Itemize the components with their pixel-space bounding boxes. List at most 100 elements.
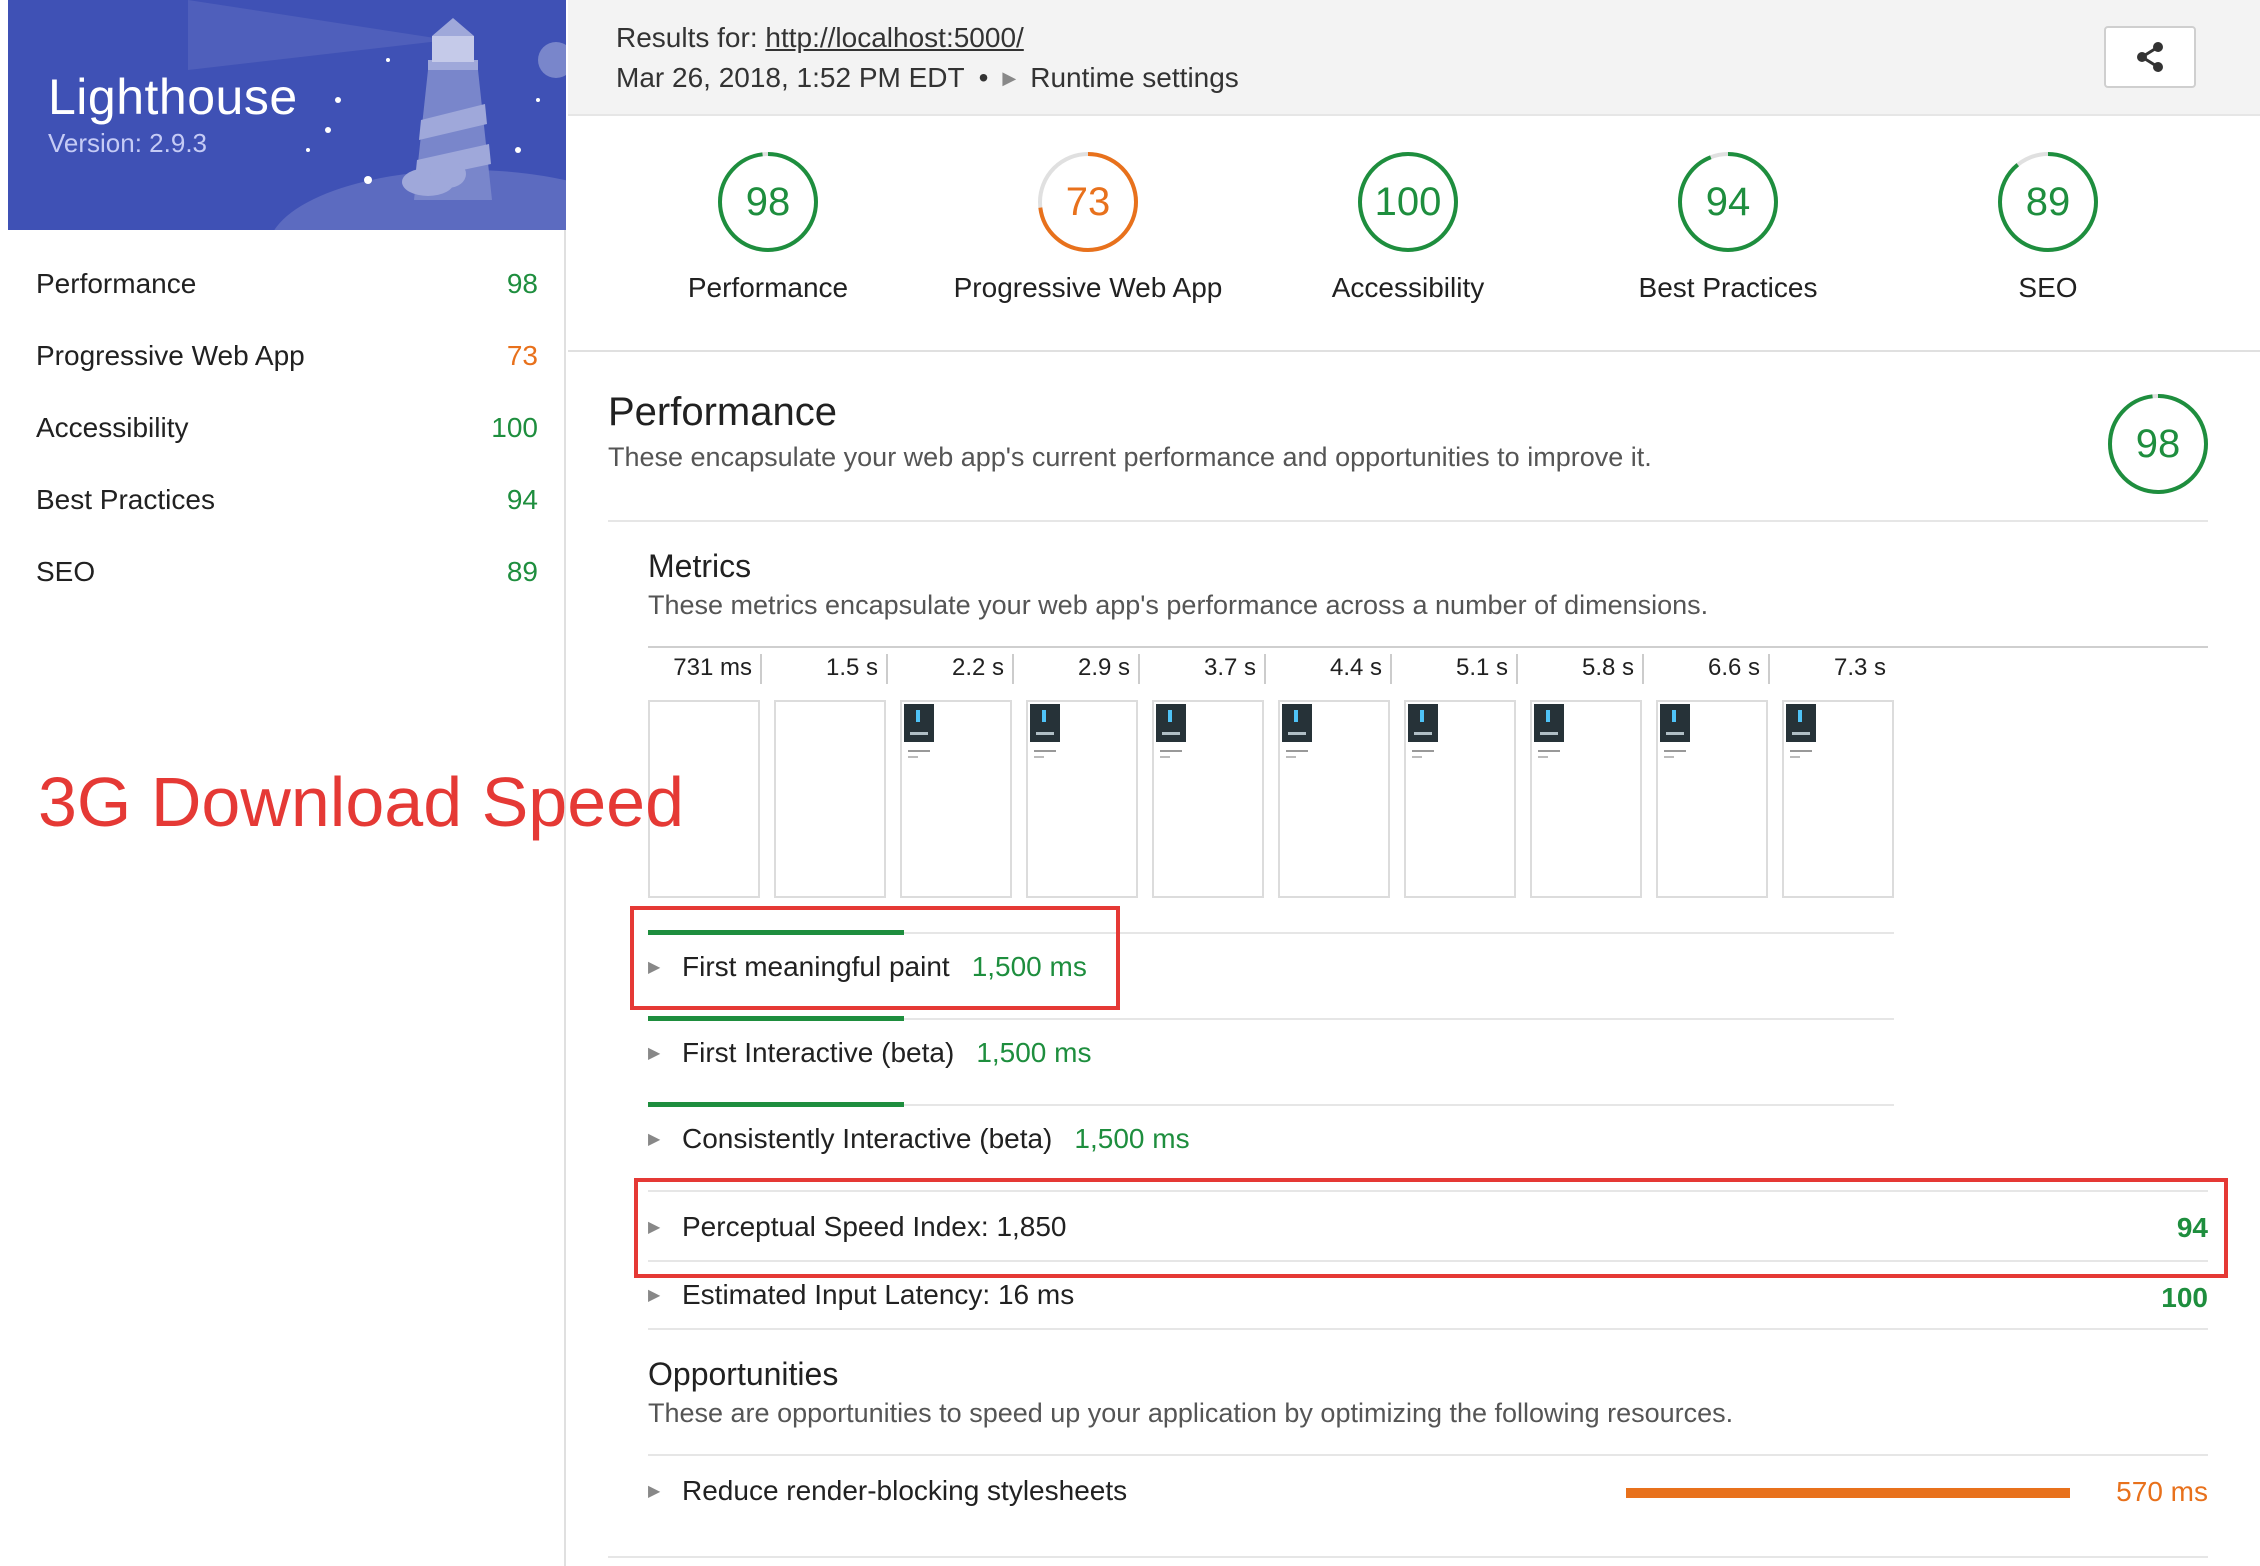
sidebar-item-accessibility[interactable]: Accessibility 100: [36, 402, 538, 454]
page-thumbnail: [1660, 704, 1690, 742]
opportunities-title: Opportunities: [648, 1356, 839, 1392]
share-icon: [2137, 42, 2163, 72]
page-thumbnail: [1030, 704, 1060, 742]
expand-triangle-icon: ▶: [648, 1131, 661, 1148]
opportunity-render-blocking-stylesheets[interactable]: ▶ Reduce render-blocking stylesheets: [648, 1466, 1127, 1516]
metric-label: Estimated Input Latency: 16 ms: [682, 1279, 1075, 1310]
divider: [568, 350, 2260, 352]
frame-tick: [1138, 654, 1140, 684]
frame-timestamp: 5.1 s: [1455, 654, 1508, 681]
metrics-title: Metrics: [648, 548, 752, 584]
metric-label: First Interactive (beta): [682, 1037, 955, 1068]
gauge-score: 89: [2025, 180, 2071, 224]
sidebar-item-best-practices[interactable]: Best Practices 94: [36, 474, 538, 526]
frame-timestamp: 4.4 s: [1329, 654, 1382, 681]
report-url-link[interactable]: http://localhost:5000/: [765, 22, 1023, 53]
gauge-seo[interactable]: 89 SEO: [1888, 150, 2208, 304]
divider: [648, 1328, 2208, 1330]
gauge-score: 98: [745, 180, 791, 224]
expand-triangle-icon: ▶: [648, 1483, 661, 1500]
sidebar-item-pwa[interactable]: Progressive Web App 73: [36, 330, 538, 382]
frame-tick: [886, 654, 888, 684]
divider: [648, 1454, 2208, 1456]
frame-tick: [760, 654, 762, 684]
sidebar-item-label: Progressive Web App: [36, 340, 305, 371]
filmstrip-frame: [1152, 700, 1264, 898]
app-version: Version: 2.9.3: [48, 128, 207, 158]
filmstrip-frame: [1404, 700, 1516, 898]
results-for-label: Results for:: [616, 22, 758, 53]
opportunities-description: These are opportunities to speed up your…: [648, 1398, 1734, 1428]
filmstrip-frame: [1656, 700, 1768, 898]
metric-first-interactive[interactable]: ▶ First Interactive (beta) 1,500 ms: [648, 1028, 1091, 1078]
gauge-score: 94: [1705, 180, 1751, 224]
filmstrip-frame: [1782, 700, 1894, 898]
metric-progress-bar: [648, 1102, 904, 1107]
annotation-highlight-box: [630, 906, 1120, 1010]
frame-timestamp: 6.6 s: [1707, 654, 1760, 681]
frame-timestamp: 731 ms: [673, 654, 752, 681]
filmstrip-frame: [1026, 700, 1138, 898]
frame-tick: [1390, 654, 1392, 684]
section-title: Performance: [608, 390, 837, 434]
page-thumbnail: [1282, 704, 1312, 742]
sidebar-item-performance[interactable]: Performance 98: [36, 258, 538, 310]
metric-consistently-interactive[interactable]: ▶ Consistently Interactive (beta) 1,500 …: [648, 1114, 1190, 1164]
section-description: These encapsulate your web app's current…: [608, 442, 1652, 472]
separator-dot: •: [978, 62, 989, 93]
sidebar-item-label: SEO: [36, 556, 96, 587]
performance-score-gauge: 98: [2106, 392, 2210, 496]
frame-timestamp: 3.7 s: [1203, 654, 1256, 681]
gauge-score: 73: [1065, 180, 1111, 224]
page-thumbnail: [1786, 704, 1816, 742]
sidebar-item-score: 94: [506, 484, 538, 515]
gauge-label: Accessibility: [1331, 272, 1485, 303]
metrics-description: These metrics encapsulate your web app's…: [648, 590, 1709, 620]
gauge-ring: 73: [1036, 150, 1140, 254]
metric-value: 1,500 ms: [1074, 1123, 1190, 1154]
frame-timestamp: 5.8 s: [1581, 654, 1634, 681]
results-for: Results for: http://localhost:5000/: [616, 22, 1024, 54]
sidebar-item-seo[interactable]: SEO 89: [36, 546, 538, 598]
app-title: Lighthouse: [48, 69, 298, 125]
frame-tick: [1768, 654, 1770, 684]
sidebar-item-score: 98: [506, 268, 538, 299]
gauge-performance[interactable]: 98 Performance: [608, 150, 928, 304]
divider: [608, 1556, 2208, 1558]
expand-triangle-icon: ▶: [648, 1287, 661, 1304]
frame-timestamp: 2.2 s: [951, 654, 1004, 681]
frame-tick: [1264, 654, 1266, 684]
report-meta: Mar 26, 2018, 1:52 PM EDT • ▶ Runtime se…: [616, 62, 1239, 94]
lighthouse-header: Lighthouse Version: 2.9.3: [8, 0, 566, 230]
gauge-ring: 100: [1356, 150, 1460, 254]
opportunity-savings-value: 570 ms: [2116, 1476, 2208, 1507]
share-button[interactable]: [2104, 26, 2196, 88]
gauge-pwa[interactable]: 73 Progressive Web App: [928, 150, 1248, 304]
sidebar-item-label: Performance: [36, 268, 197, 299]
page-thumbnail: [904, 704, 934, 742]
frame-timestamp: 7.3 s: [1833, 654, 1886, 681]
report-date: Mar 26, 2018, 1:52 PM EDT: [616, 62, 965, 93]
performance-score: 98: [2135, 422, 2181, 466]
annotation-caption: 3G Download Speed: [38, 763, 684, 841]
gauge-score: 100: [1374, 180, 1442, 224]
gauge-accessibility[interactable]: 100 Accessibility: [1248, 150, 1568, 304]
page-thumbnail: [1156, 704, 1186, 742]
expand-triangle-icon[interactable]: ▶: [1002, 68, 1016, 89]
frame-tick: [1516, 654, 1518, 684]
metric-progress-bar: [648, 1016, 904, 1021]
frame-timestamp: 2.9 s: [1077, 654, 1130, 681]
opportunity-label: Reduce render-blocking stylesheets: [682, 1475, 1128, 1506]
divider: [608, 520, 2208, 522]
runtime-settings-toggle[interactable]: Runtime settings: [1030, 62, 1239, 94]
page-thumbnail: [1534, 704, 1564, 742]
frame-timestamp: 1.5 s: [825, 654, 878, 681]
sidebar-item-score: 100: [491, 412, 538, 443]
filmstrip-frame: [774, 700, 886, 898]
divider: [648, 646, 2208, 648]
gauge-ring: 98: [716, 150, 820, 254]
gauge-label: SEO: [2018, 272, 2078, 303]
gauge-label: Best Practices: [1638, 272, 1818, 303]
gauge-best-practices[interactable]: 94 Best Practices: [1568, 150, 1888, 304]
annotation-highlight-box: [634, 1178, 2228, 1278]
